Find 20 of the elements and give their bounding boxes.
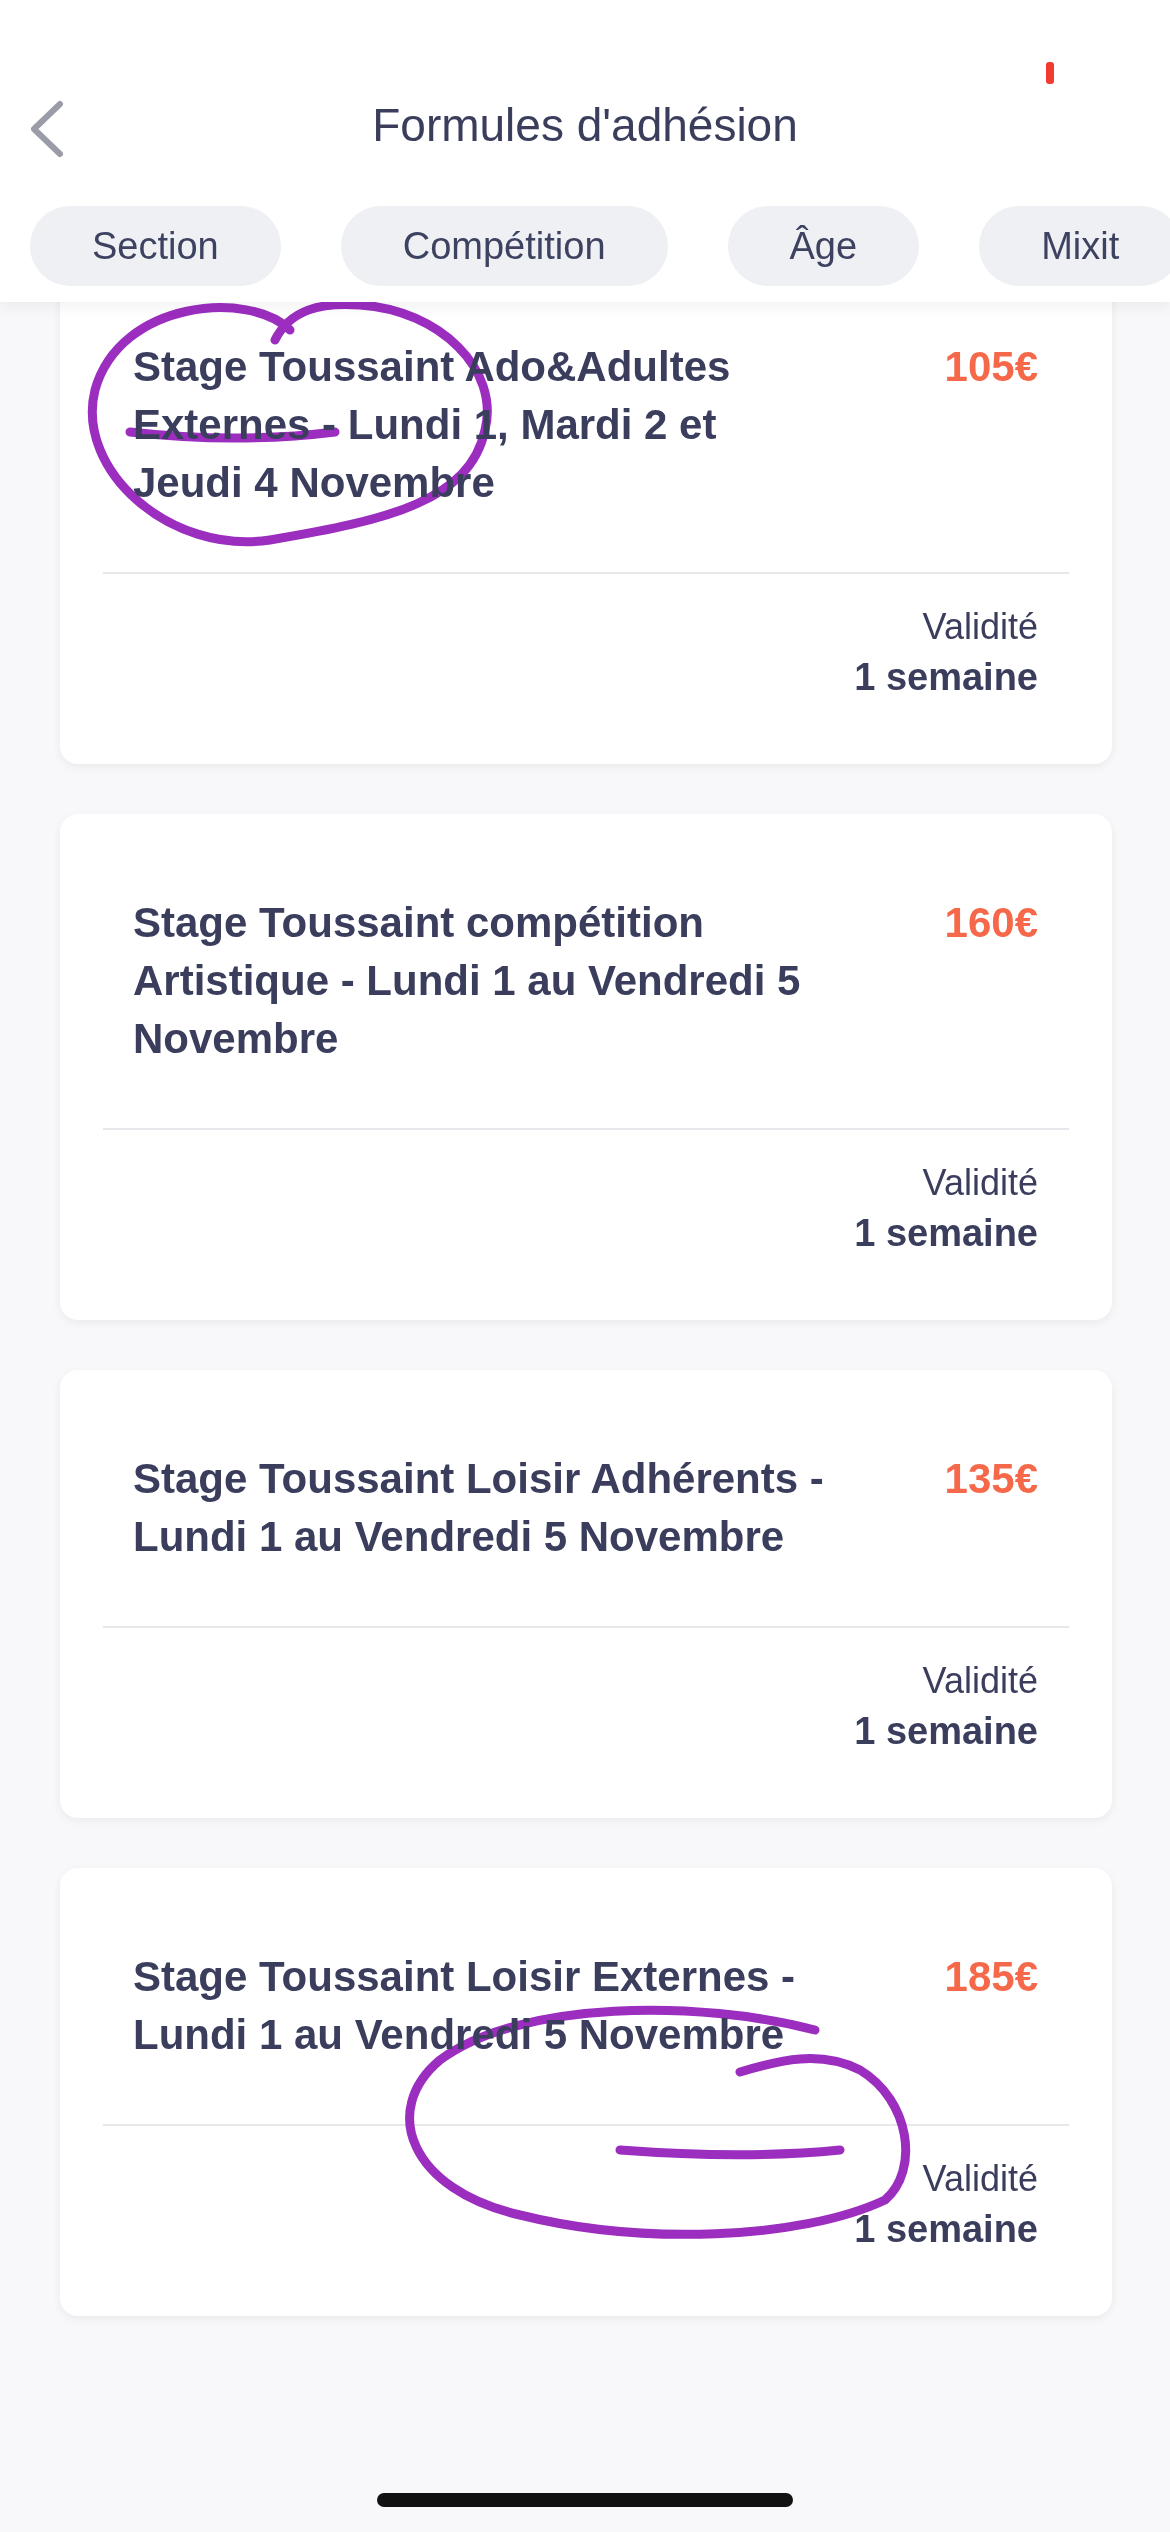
offer-price: 185€ (944, 1952, 1038, 2002)
page-title: Formules d'adhésion (372, 98, 798, 152)
validity-value: 1 semaine (854, 1211, 1038, 1256)
offer-title: Stage Toussaint compétition Artistique - Lundi 1 au Vendredi 5 Novembre (133, 898, 802, 1064)
filter-chip[interactable]: Âge (727, 206, 920, 286)
recording-indicator-icon (1046, 62, 1054, 84)
filter-chip[interactable]: Compétition (340, 206, 668, 286)
validity-value: 1 semaine (854, 2207, 1038, 2252)
offer-price: 160€ (944, 898, 1038, 948)
offer-title: Stage Toussaint Loisir Adhérents - Lundi 1 au Vendredi 5 Novembre (133, 1454, 825, 1562)
validity-label: Validité (922, 1659, 1038, 1703)
validity-value: 1 semaine (854, 655, 1038, 700)
validity-label: Validité (922, 605, 1038, 649)
offer-price: 105€ (944, 342, 1038, 392)
validity-label: Validité (922, 1161, 1038, 1205)
validity-value: 1 semaine (854, 1709, 1038, 1754)
offer-price: 135€ (944, 1454, 1038, 1504)
validity-label: Validité (922, 2157, 1038, 2201)
filter-chip[interactable]: Mixit (979, 206, 1170, 286)
filter-chip[interactable]: Section (30, 206, 281, 286)
